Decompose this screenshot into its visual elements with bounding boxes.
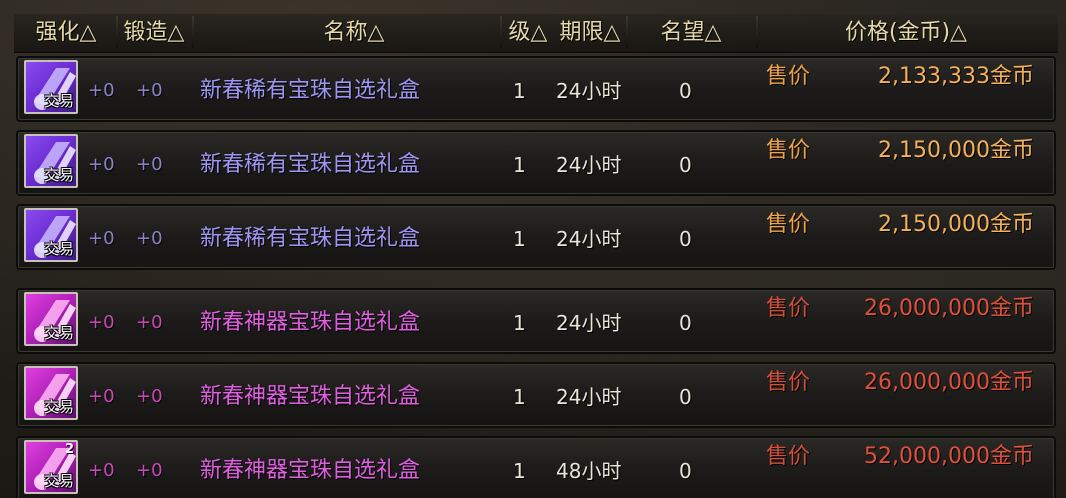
item-name[interactable]: 新春稀有宝珠自选礼盒 xyxy=(200,152,420,178)
reputation-value: 0 xyxy=(679,153,692,177)
rare-box-icon[interactable]: 交易 xyxy=(24,60,78,114)
artifact-box-icon[interactable]: 2 交易 xyxy=(24,440,78,494)
reputation-value: 0 xyxy=(679,79,692,103)
level-value: 1 xyxy=(513,79,526,103)
forge-value: +0 xyxy=(136,460,163,481)
level-value: 1 xyxy=(513,153,526,177)
sell-label: 售价 xyxy=(766,370,811,395)
reputation-value: 0 xyxy=(679,227,692,251)
sort-enhance-header[interactable]: 强化△ xyxy=(18,18,114,48)
level-value: 1 xyxy=(513,227,526,251)
price-value: 2,150,000金币 xyxy=(878,138,1034,163)
item-name[interactable]: 新春稀有宝珠自选礼盒 xyxy=(200,78,420,104)
duration-value: 48小时 xyxy=(556,459,622,483)
trade-label: 交易 xyxy=(44,166,75,184)
sort-name-header[interactable]: 名称△ xyxy=(194,18,514,48)
duration-value: 24小时 xyxy=(556,79,622,103)
auction-row[interactable]: 2 交易 +0 +0 新春神器宝珠自选礼盒 1 48小时 0 售价 52,000… xyxy=(16,436,1056,498)
forge-value: +0 xyxy=(136,154,163,175)
price-value: 2,150,000金币 xyxy=(878,212,1034,237)
rare-box-icon[interactable]: 交易 xyxy=(24,208,78,262)
stack-count: 2 xyxy=(64,442,74,457)
sort-forge-header[interactable]: 锻造△ xyxy=(118,18,190,48)
sort-duration-header[interactable]: 期限△ xyxy=(552,18,628,48)
auction-row[interactable]: 交易 +0 +0 新春稀有宝珠自选礼盒 1 24小时 0 售价 2,133,33… xyxy=(16,56,1056,122)
reputation-value: 0 xyxy=(679,459,692,483)
trade-label: 交易 xyxy=(44,92,75,110)
rare-box-icon[interactable]: 交易 xyxy=(24,134,78,188)
trade-label: 交易 xyxy=(44,472,75,490)
enhance-value: +0 xyxy=(88,80,115,101)
duration-value: 24小时 xyxy=(556,311,622,335)
item-name[interactable]: 新春神器宝珠自选礼盒 xyxy=(200,310,420,336)
auction-row[interactable]: 交易 +0 +0 新春稀有宝珠自选礼盒 1 24小时 0 售价 2,150,00… xyxy=(16,130,1056,196)
artifact-box-icon[interactable]: 交易 xyxy=(24,366,78,420)
sell-label: 售价 xyxy=(766,296,811,321)
column-header-bar: 强化△ 锻造△ 名称△ 级△ 期限△ 名望△ 价格(金币)△ xyxy=(14,14,1058,53)
auction-row[interactable]: 交易 +0 +0 新春稀有宝珠自选礼盒 1 24小时 0 售价 2,150,00… xyxy=(16,204,1056,270)
auction-row[interactable]: 交易 +0 +0 新春神器宝珠自选礼盒 1 24小时 0 售价 26,000,0… xyxy=(16,362,1056,428)
forge-value: +0 xyxy=(136,80,163,101)
enhance-value: +0 xyxy=(88,312,115,333)
trade-label: 交易 xyxy=(44,324,75,342)
sort-price-header[interactable]: 价格(金币)△ xyxy=(758,18,1054,48)
artifact-box-icon[interactable]: 交易 xyxy=(24,292,78,346)
enhance-value: +0 xyxy=(88,460,115,481)
forge-value: +0 xyxy=(136,228,163,249)
level-value: 1 xyxy=(513,385,526,409)
level-value: 1 xyxy=(513,459,526,483)
sell-label: 售价 xyxy=(766,212,811,237)
item-name[interactable]: 新春神器宝珠自选礼盒 xyxy=(200,384,420,410)
price-value: 52,000,000金币 xyxy=(864,444,1034,469)
reputation-value: 0 xyxy=(679,385,692,409)
enhance-value: +0 xyxy=(88,228,115,249)
sell-label: 售价 xyxy=(766,138,811,163)
duration-value: 24小时 xyxy=(556,385,622,409)
sort-level-header[interactable]: 级△ xyxy=(502,18,554,48)
enhance-value: +0 xyxy=(88,386,115,407)
forge-value: +0 xyxy=(136,312,163,333)
level-value: 1 xyxy=(513,311,526,335)
item-name[interactable]: 新春神器宝珠自选礼盒 xyxy=(200,458,420,484)
forge-value: +0 xyxy=(136,386,163,407)
price-value: 26,000,000金币 xyxy=(864,370,1034,395)
price-value: 26,000,000金币 xyxy=(864,296,1034,321)
enhance-value: +0 xyxy=(88,154,115,175)
duration-value: 24小时 xyxy=(556,227,622,251)
sell-label: 售价 xyxy=(766,444,811,469)
item-name[interactable]: 新春稀有宝珠自选礼盒 xyxy=(200,226,420,252)
sort-reputation-header[interactable]: 名望△ xyxy=(628,18,754,48)
trade-label: 交易 xyxy=(44,240,75,258)
reputation-value: 0 xyxy=(679,311,692,335)
trade-label: 交易 xyxy=(44,398,75,416)
auction-row[interactable]: 交易 +0 +0 新春神器宝珠自选礼盒 1 24小时 0 售价 26,000,0… xyxy=(16,288,1056,354)
duration-value: 24小时 xyxy=(556,153,622,177)
price-value: 2,133,333金币 xyxy=(878,64,1034,89)
sell-label: 售价 xyxy=(766,64,811,89)
